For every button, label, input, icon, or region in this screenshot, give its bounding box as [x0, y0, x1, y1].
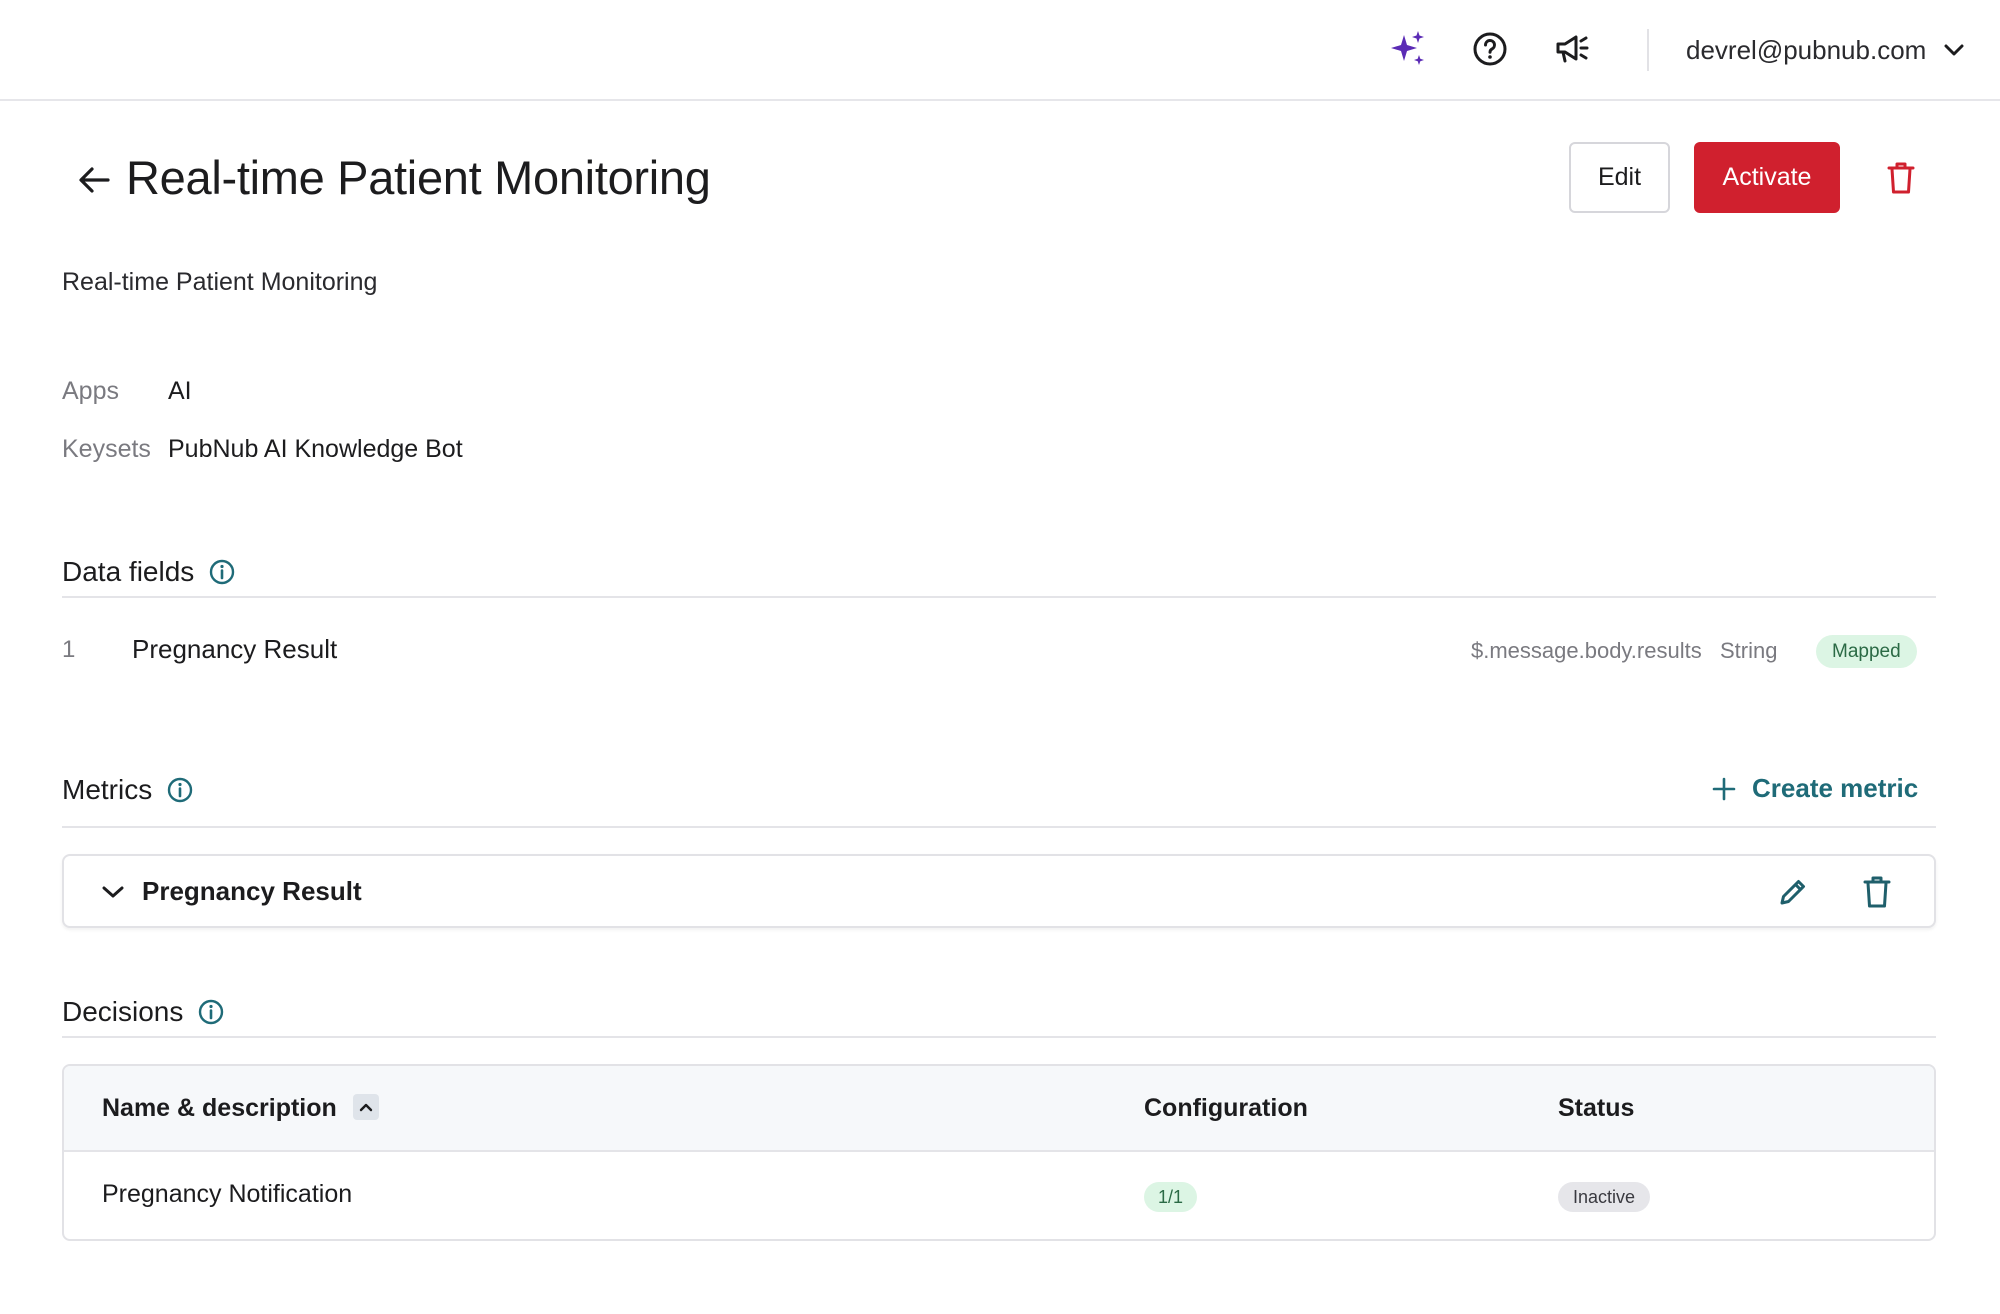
configuration-badge: 1/1	[1144, 1182, 1198, 1212]
sort-ascending-icon[interactable]	[353, 1094, 379, 1120]
account-menu[interactable]: devrel@pubnub.com	[1686, 30, 1964, 70]
account-email: devrel@pubnub.com	[1686, 34, 1927, 65]
delete-icon[interactable]	[1880, 157, 1922, 199]
section-divider	[62, 826, 1936, 828]
keysets-label: Keysets	[62, 435, 151, 463]
column-header-name[interactable]: Name & description	[102, 1094, 337, 1123]
section-divider	[62, 1036, 1936, 1038]
info-icon[interactable]	[197, 998, 225, 1026]
metrics-heading: Metrics	[62, 774, 194, 806]
apps-value: AI	[168, 377, 192, 405]
decision-name[interactable]: Pregnancy Notification	[102, 1180, 352, 1209]
metric-card: Pregnancy Result	[62, 854, 1936, 928]
activate-button[interactable]: Activate	[1694, 142, 1840, 213]
megaphone-icon[interactable]	[1553, 29, 1593, 69]
decisions-title: Decisions	[62, 996, 184, 1027]
column-header-status: Status	[1558, 1094, 1635, 1122]
create-metric-button[interactable]: Create metric	[1712, 773, 1918, 804]
column-header-configuration: Configuration	[1144, 1094, 1308, 1122]
data-field-index: 1	[62, 636, 76, 663]
edit-button[interactable]: Edit	[1569, 142, 1670, 213]
data-fields-title: Data fields	[62, 556, 195, 587]
trash-icon[interactable]	[1856, 871, 1898, 913]
apps-label: Apps	[62, 377, 119, 405]
metrics-title: Metrics	[62, 774, 153, 805]
ai-sparkle-icon[interactable]	[1388, 29, 1428, 69]
chevron-down-icon[interactable]	[94, 873, 132, 911]
decisions-heading: Decisions	[62, 996, 225, 1028]
plus-icon	[1712, 777, 1736, 800]
top-bar: devrel@pubnub.com	[0, 0, 2000, 101]
data-field-type: String	[1720, 638, 1778, 663]
keysets-value: PubNub AI Knowledge Bot	[168, 435, 463, 463]
info-icon[interactable]	[166, 776, 194, 804]
table-header: Name & description Configuration Status	[64, 1066, 1934, 1152]
page-title: Real-time Patient Monitoring	[126, 151, 711, 204]
data-fields-heading: Data fields	[62, 556, 236, 588]
top-bar-divider	[1647, 29, 1649, 71]
section-divider	[62, 596, 1936, 598]
status-badge: Inactive	[1558, 1182, 1651, 1212]
page-description: Real-time Patient Monitoring	[62, 268, 378, 296]
decisions-table: Name & description Configuration Status …	[62, 1064, 1936, 1241]
data-field-path: $.message.body.results	[1471, 638, 1702, 663]
info-icon[interactable]	[208, 558, 236, 586]
mapped-badge: Mapped	[1816, 635, 1917, 668]
metric-name: Pregnancy Result	[142, 876, 362, 906]
create-metric-label: Create metric	[1752, 773, 1919, 803]
help-icon[interactable]	[1470, 29, 1510, 69]
chevron-down-icon	[1944, 44, 1964, 56]
data-field-name: Pregnancy Result	[132, 634, 338, 664]
pencil-icon[interactable]	[1772, 871, 1814, 913]
back-arrow-icon[interactable]	[74, 160, 114, 200]
